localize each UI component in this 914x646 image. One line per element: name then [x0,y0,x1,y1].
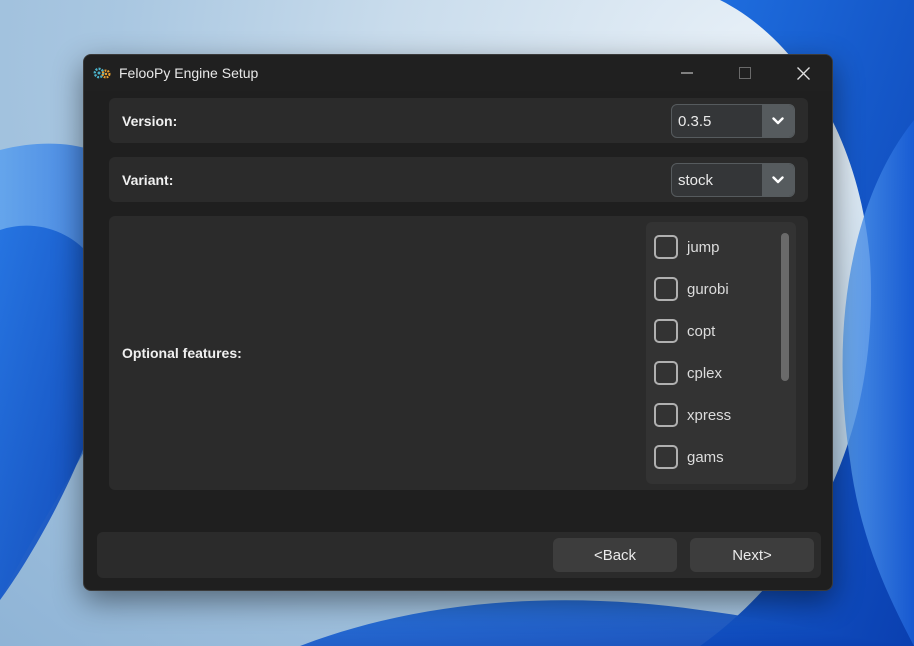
maximize-icon [739,67,751,79]
checkbox[interactable] [654,319,678,343]
minimize-icon [681,72,693,74]
footer-bar: <Back Next> [97,532,821,578]
minimize-button[interactable] [664,55,710,91]
optional-features-label: Optional features: [122,345,242,361]
checkbox[interactable] [654,277,678,301]
feature-label: xpress [687,406,732,424]
title-bar[interactable]: FelooPy Engine Setup [84,55,832,91]
variant-dropdown-arrow[interactable] [762,164,794,196]
feature-label: gams [687,448,724,466]
checkbox[interactable] [654,403,678,427]
setup-window: FelooPy Engine Setup Version: 0.3.5 Vari… [83,54,833,591]
feature-checkbox-xpress[interactable]: xpress [654,403,731,427]
checkbox[interactable] [654,445,678,469]
close-button[interactable] [780,55,826,91]
variant-label: Variant: [122,172,174,188]
feature-label: gurobi [687,280,729,298]
next-button[interactable]: Next> [690,538,814,572]
back-button[interactable]: <Back [553,538,677,572]
feature-label: copt [687,322,716,340]
version-label: Version: [122,113,178,129]
optional-features-list[interactable]: jump gurobi copt cplex xpress gams [646,222,796,484]
feature-checkbox-cplex[interactable]: cplex [654,361,722,385]
version-row: Version: 0.3.5 [109,98,808,143]
version-dropdown-arrow[interactable] [762,105,794,137]
version-dropdown[interactable]: 0.3.5 [671,104,795,138]
variant-selected-value: stock [678,171,714,189]
feature-checkbox-gurobi[interactable]: gurobi [654,277,729,301]
window-title: FelooPy Engine Setup [119,65,259,81]
feature-checkbox-copt[interactable]: copt [654,319,715,343]
chevron-down-icon [772,176,784,184]
checkbox[interactable] [654,361,678,385]
variant-dropdown[interactable]: stock [671,163,795,197]
feature-checkbox-gams[interactable]: gams [654,445,724,469]
optional-features-row: Optional features: jump gurobi copt cple… [109,216,808,490]
close-icon [796,66,810,80]
features-scrollbar[interactable] [781,233,789,381]
version-selected-value: 0.3.5 [678,112,712,130]
maximize-button[interactable] [722,55,768,91]
feature-label: cplex [687,364,723,382]
gears-icon [93,67,111,79]
variant-row: Variant: stock [109,157,808,202]
feature-label: jump [687,238,720,256]
chevron-down-icon [772,117,784,125]
checkbox[interactable] [654,235,678,259]
feature-checkbox-jump[interactable]: jump [654,235,720,259]
